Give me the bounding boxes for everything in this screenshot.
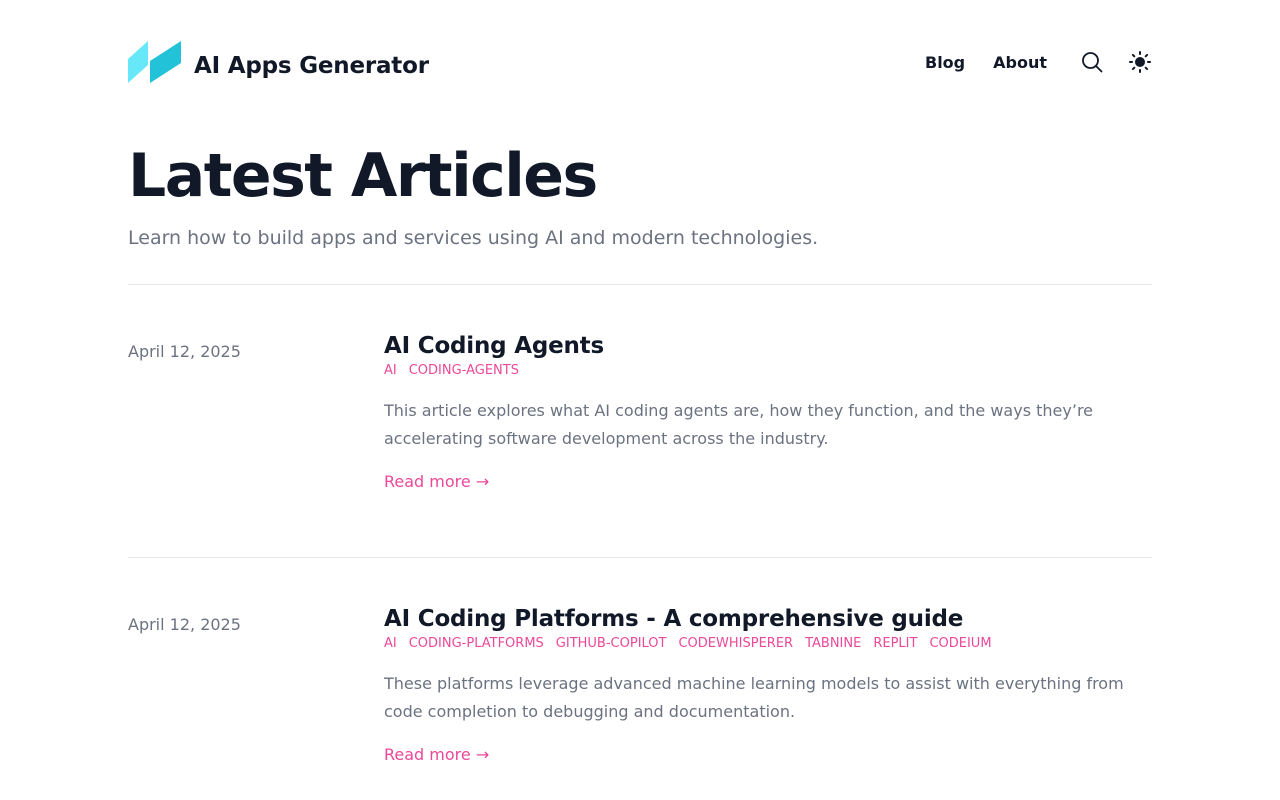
tag-list: AI CODING-AGENTS <box>384 361 1152 381</box>
sun-icon <box>1129 51 1151 73</box>
article-date: April 12, 2025 <box>128 615 241 634</box>
home-link[interactable]: AI Apps Generator <box>128 40 429 84</box>
divider <box>128 557 1152 558</box>
tag-link[interactable]: CODEIUM <box>929 634 991 654</box>
article-date: April 12, 2025 <box>128 342 241 361</box>
hero-section: Latest Articles Learn how to build apps … <box>128 136 1152 252</box>
tag-link[interactable]: CODING-AGENTS <box>409 361 519 381</box>
search-button[interactable] <box>1080 50 1104 74</box>
divider <box>128 284 1152 285</box>
article-body: AI Coding Platforms - A comprehensive gu… <box>384 606 1152 767</box>
read-more-link[interactable]: Read more → <box>384 743 489 767</box>
article-title-link[interactable]: AI Coding Agents <box>384 331 1152 361</box>
article-title-link[interactable]: AI Coding Platforms - A comprehensive gu… <box>384 604 1152 634</box>
tag-link[interactable]: REPLIT <box>873 634 917 654</box>
nav-link-about[interactable]: About <box>993 53 1047 72</box>
page-title: Latest Articles <box>128 141 598 211</box>
page-subtitle: Learn how to build apps and services usi… <box>128 227 819 249</box>
main-nav: Blog About <box>925 50 1152 74</box>
brand-name: AI Apps Generator <box>194 53 429 79</box>
logo-icon <box>128 41 181 83</box>
tag-link[interactable]: CODEWHISPERER <box>678 634 793 654</box>
search-icon <box>1082 52 1103 73</box>
tag-list: AI CODING-PLATFORMS GITHUB-COPILOT CODEW… <box>384 634 1152 654</box>
tag-link[interactable]: CODING-PLATFORMS <box>409 634 544 654</box>
tag-link[interactable]: TABNINE <box>805 634 861 654</box>
site-header: AI Apps Generator Blog About <box>128 40 1152 84</box>
nav-link-blog[interactable]: Blog <box>925 53 965 72</box>
article-body: AI Coding Agents AI CODING-AGENTS This a… <box>384 333 1152 494</box>
tag-link[interactable]: GITHUB-COPILOT <box>556 634 667 654</box>
tag-link[interactable]: AI <box>384 634 397 654</box>
tag-link[interactable]: AI <box>384 361 397 381</box>
read-more-link[interactable]: Read more → <box>384 470 489 494</box>
article-excerpt: This article explores what AI coding age… <box>384 401 1094 448</box>
article-excerpt: These platforms leverage advanced machin… <box>384 674 1124 721</box>
theme-toggle-button[interactable] <box>1128 50 1152 74</box>
